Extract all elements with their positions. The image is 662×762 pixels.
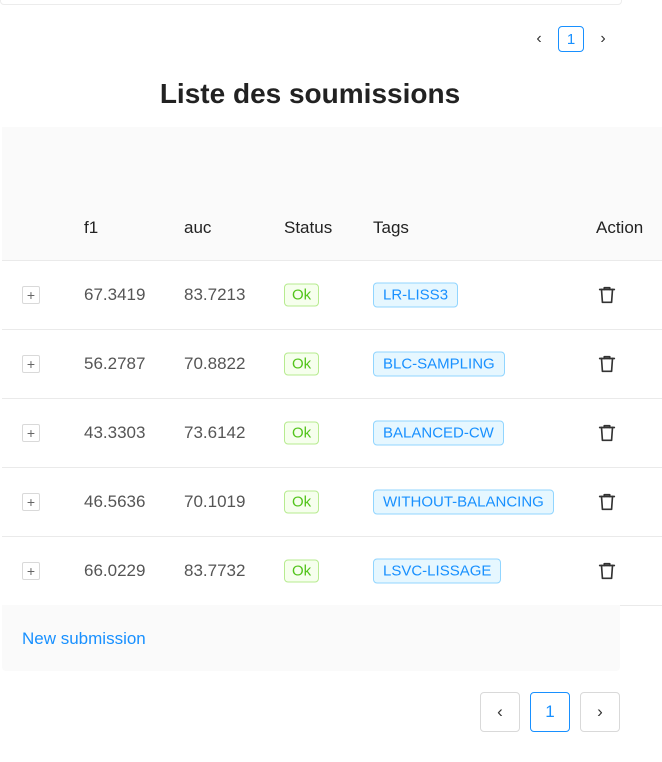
expand-row-button[interactable]: + [22, 493, 40, 511]
delete-icon[interactable] [596, 422, 618, 444]
delete-icon[interactable] [596, 560, 618, 582]
submissions-table: f1 auc Status Tags Action +67.3419 83.721… [2, 127, 662, 606]
f1-value: 67.3419 [84, 285, 146, 304]
status-badge: Ok [284, 490, 320, 514]
delete-icon[interactable] [596, 284, 618, 306]
column-header-auc: auc [184, 218, 212, 237]
status-badge: Ok [284, 352, 320, 376]
expand-row-button[interactable]: + [22, 286, 40, 304]
table-row: +66.0229 83.7732 Ok LSVC-LISSAGE [2, 537, 662, 606]
f1-value: 56.2787 [84, 354, 146, 373]
auc-value: 83.7732 [184, 561, 246, 580]
new-submission-link[interactable]: New submission [22, 629, 146, 649]
status-badge: Ok [284, 283, 320, 307]
tag-badge: LR-LISS3 [373, 282, 459, 308]
page-title: Liste des soumissions [159, 78, 461, 109]
pagination-bottom: ‹ 1 › [480, 692, 620, 732]
tag-badge: LSVC-LISSAGE [373, 558, 502, 584]
previous-card-edge [0, 0, 622, 5]
next-page-button[interactable]: › [594, 30, 612, 48]
table-row: +67.3419 83.7213 Ok LR-LISS3 [2, 261, 662, 330]
auc-value: 83.7213 [184, 285, 246, 304]
page-1-button[interactable]: 1 [530, 692, 570, 732]
table-row: +56.2787 70.8822 Ok BLC-SAMPLING [2, 330, 662, 399]
tag-badge: BALANCED-CW [373, 420, 504, 446]
f1-value: 66.0229 [84, 561, 146, 580]
f1-value: 43.3303 [84, 423, 146, 442]
pagination-top: ‹ 1 › [530, 26, 612, 52]
table-row: +43.3303 73.6142 Ok BALANCED-CW [2, 399, 662, 468]
tag-badge: WITHOUT-BALANCING [373, 489, 554, 515]
expand-row-button[interactable]: + [22, 562, 40, 580]
delete-icon[interactable] [596, 491, 618, 513]
table-body: +67.3419 83.7213 Ok LR-LISS3 +56.2787 70.8822… [2, 261, 662, 606]
status-badge: Ok [284, 559, 320, 583]
page-1-button[interactable]: 1 [558, 26, 584, 52]
f1-value: 46.5636 [84, 492, 146, 511]
table-header: f1 auc Status Tags Action [2, 127, 662, 261]
delete-icon[interactable] [596, 353, 618, 375]
column-header-f1: f1 [84, 218, 99, 237]
expand-row-button[interactable]: + [22, 355, 40, 373]
expand-row-button[interactable]: + [22, 424, 40, 442]
auc-value: 73.6142 [184, 423, 246, 442]
prev-page-button[interactable]: ‹ [530, 30, 548, 48]
prev-page-button[interactable]: ‹ [480, 692, 520, 732]
tag-badge: BLC-SAMPLING [373, 351, 505, 377]
table-footer: New submission [2, 605, 620, 671]
column-header-status: Status [284, 218, 333, 237]
status-badge: Ok [284, 421, 320, 445]
table-row: +46.5636 70.1019 Ok WITHOUT-BALANCING [2, 468, 662, 537]
next-page-button[interactable]: › [580, 692, 620, 732]
column-header-tags: Tags [373, 218, 409, 237]
auc-value: 70.1019 [184, 492, 246, 511]
column-header-action: Action [596, 218, 644, 237]
auc-value: 70.8822 [184, 354, 246, 373]
